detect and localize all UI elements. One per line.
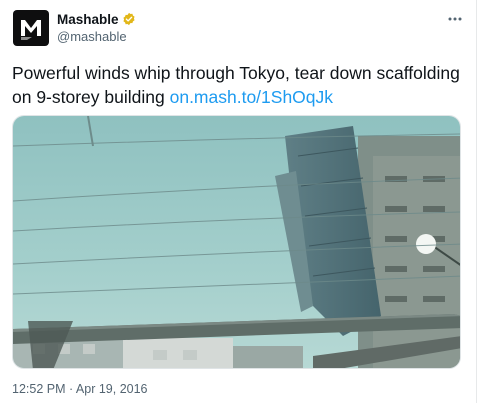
avatar[interactable] bbox=[13, 10, 49, 46]
author-handle[interactable]: @mashable bbox=[57, 29, 136, 44]
tweet-timestamp[interactable]: 12:52 PM · Apr 19, 2016 bbox=[12, 382, 148, 396]
more-horizontal-icon bbox=[448, 17, 462, 21]
mashable-logo-icon bbox=[21, 20, 41, 40]
tweet-link[interactable]: on.mash.to/1ShOqJk bbox=[170, 87, 333, 107]
author-display-name[interactable]: Mashable bbox=[57, 12, 119, 27]
more-options-button[interactable] bbox=[444, 10, 466, 28]
tweet-photo[interactable] bbox=[12, 115, 461, 369]
right-gutter bbox=[477, 0, 499, 403]
photo-scaffolding-scene bbox=[13, 116, 460, 368]
author-block: Mashable @mashable bbox=[57, 10, 136, 44]
tweet-text: Powerful winds whip through Tokyo, tear … bbox=[12, 62, 467, 109]
tweet-card[interactable]: Mashable @mashable Powerful winds whip t… bbox=[0, 0, 477, 403]
verified-badge-icon bbox=[122, 12, 136, 26]
author-name-row: Mashable bbox=[57, 10, 136, 28]
